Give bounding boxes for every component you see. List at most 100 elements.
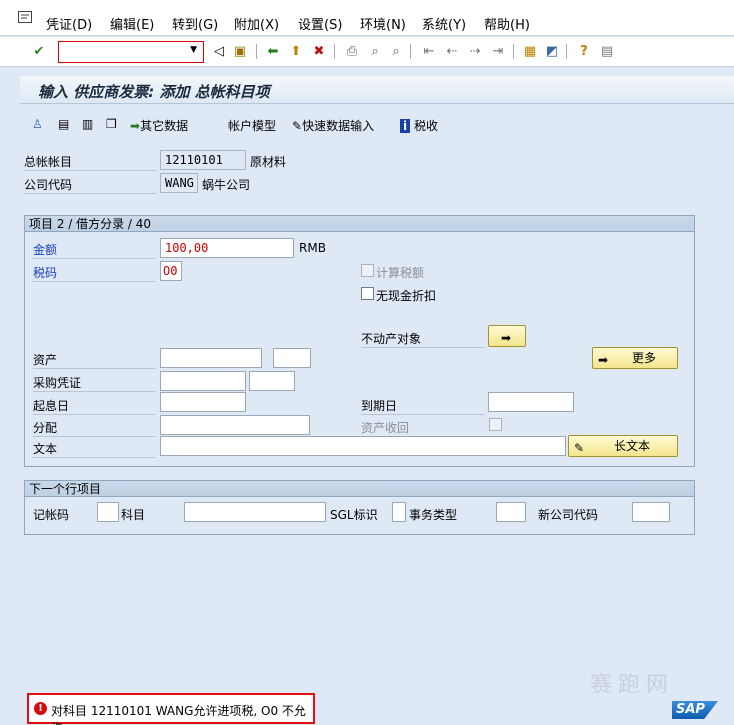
fast-entry-button[interactable]: ✎快速数据输入	[292, 117, 374, 134]
work-area: 总帐帐目 12110101 原材料 公司代码 WANG 蜗牛公司 项目 2 / …	[20, 140, 734, 692]
save-icon[interactable]: ▣	[231, 42, 249, 60]
exit-icon[interactable]: ⬆	[287, 42, 305, 60]
pencil-icon: ✎	[574, 441, 585, 455]
find-next-icon[interactable]: ⌕	[387, 42, 405, 60]
layout-icon[interactable]: ▤	[598, 42, 616, 60]
menu-edit[interactable]: 编辑(E)	[110, 14, 154, 33]
menu-bar: 凭证(D) 编辑(E) 转到(G) 附加(X) 设置(S) 环境(N) 系统(Y…	[0, 0, 734, 36]
no-cash-discount-checkbox[interactable]	[361, 287, 374, 300]
document-icon[interactable]: ▤	[58, 117, 69, 131]
transaction-type-field[interactable]	[496, 502, 526, 522]
last-page-icon[interactable]: ⇥	[489, 42, 507, 60]
text-label: 文本	[33, 440, 155, 458]
account-label: 科目	[121, 508, 146, 522]
cancel-icon[interactable]: ✖	[310, 42, 328, 60]
status-message-box[interactable]: ! 对科目 12110101 WANG允许进项税, O0 不允许	[27, 693, 315, 725]
enter-icon[interactable]: ✔	[30, 42, 48, 60]
page-title: 输入 供应商发票: 添加 总帐科目项	[38, 83, 270, 101]
other-data-label: 其它数据	[140, 119, 189, 133]
company-code-label: 公司代码	[24, 176, 156, 194]
asset-subnumber-field[interactable]	[273, 348, 311, 368]
tax-code-label: 税码	[33, 264, 155, 282]
text-field[interactable]	[160, 436, 566, 456]
posting-key-label: 记帐码	[33, 508, 70, 522]
menu-system[interactable]: 系统(Y)	[422, 14, 466, 33]
document-edit-icon[interactable]: ▥	[82, 117, 93, 131]
new-session-icon[interactable]: ▦	[521, 42, 539, 60]
back-icon[interactable]: ◁	[210, 42, 228, 60]
menu-settings[interactable]: 设置(S)	[298, 14, 342, 33]
long-text-button[interactable]: ✎ 长文本	[568, 435, 678, 457]
due-date-field[interactable]	[488, 392, 574, 412]
currency-label: RMB	[299, 241, 326, 255]
more-button-label: 更多	[631, 351, 656, 365]
new-company-code-field[interactable]	[632, 502, 670, 522]
more-button[interactable]: ➡ 更多	[592, 347, 678, 369]
no-cash-discount-label: 无现金折扣	[376, 289, 437, 303]
account-field[interactable]	[184, 502, 326, 522]
person-icon[interactable]: ♙	[32, 117, 43, 131]
fast-entry-label: 快速数据输入	[302, 119, 375, 133]
purchase-order-field[interactable]	[160, 371, 246, 391]
arrow-right-icon: ➡	[598, 353, 609, 367]
print-icon[interactable]: ⎙	[343, 42, 361, 60]
first-page-icon[interactable]: ⇤	[420, 42, 438, 60]
calculate-tax-label: 计算税额	[376, 266, 425, 280]
posting-key-field[interactable]	[97, 502, 119, 522]
assignment-label: 分配	[33, 419, 155, 437]
toolbar-separator	[334, 44, 335, 59]
value-date-label: 起息日	[33, 397, 155, 415]
assignment-field[interactable]	[160, 415, 310, 435]
find-icon[interactable]: ⌕	[366, 42, 384, 60]
asset-field[interactable]	[160, 348, 262, 368]
account-model-button[interactable]: 帐户模型	[228, 117, 276, 134]
sgl-indicator-field[interactable]	[392, 502, 406, 522]
next-page-icon[interactable]: ⇢	[466, 42, 484, 60]
sap-menu-icon[interactable]	[18, 11, 32, 23]
transaction-type-label: 事务类型	[409, 508, 458, 522]
toolbar-separator	[256, 44, 257, 59]
due-date-label: 到期日	[361, 397, 484, 415]
amount-field[interactable]: 100,00	[160, 238, 294, 258]
company-code-field: WANG	[160, 173, 198, 193]
real-estate-label: 不动产对象	[361, 330, 484, 348]
error-icon: !	[34, 702, 47, 715]
shortcut-icon[interactable]: ◩	[543, 42, 561, 60]
menu-extras[interactable]: 附加(X)	[234, 14, 279, 33]
asset-retirement-checkbox	[489, 418, 502, 431]
real-estate-button[interactable]: ➡	[488, 325, 526, 347]
tax-code-field[interactable]: O0	[160, 261, 182, 281]
arrow-right-icon: ➡	[130, 119, 141, 133]
toolbar-separator	[513, 44, 514, 59]
toolbar-separator	[410, 44, 411, 59]
amount-label: 金额	[33, 241, 155, 259]
command-field[interactable]: ▼	[58, 41, 204, 63]
value-date-field[interactable]	[160, 392, 246, 412]
nav-back-icon[interactable]: ⬅	[264, 42, 282, 60]
calculate-tax-checkbox	[361, 264, 374, 277]
new-company-code-label: 新公司代码	[538, 508, 599, 522]
asset-label: 资产	[33, 351, 155, 369]
prev-page-icon[interactable]: ⇠	[443, 42, 461, 60]
purchase-order-item-field[interactable]	[249, 371, 295, 391]
help-icon[interactable]: ?	[575, 42, 593, 60]
tax-button[interactable]: i 税收	[400, 117, 438, 134]
gl-account-field: 12110101	[160, 150, 246, 170]
sgl-indicator-label: SGL标识	[330, 508, 378, 522]
status-bar: ! 对科目 12110101 WANG允许进项税, O0 不允许 SAP	[0, 693, 734, 725]
sap-logo: SAP	[672, 701, 718, 719]
next-item-group-title: 下一个行项目	[25, 481, 694, 497]
gl-account-description: 原材料	[250, 155, 287, 169]
menu-goto[interactable]: 转到(G)	[172, 14, 218, 33]
menu-environment[interactable]: 环境(N)	[360, 14, 406, 33]
company-code-description: 蜗牛公司	[202, 178, 251, 192]
other-data-button[interactable]: ➡其它数据	[130, 117, 188, 134]
copy-icon[interactable]: ❐	[106, 117, 117, 131]
arrow-right-icon: ➡	[501, 331, 512, 345]
pencil-icon: ✎	[292, 119, 303, 133]
tax-label: 税收	[413, 119, 438, 133]
menu-voucher[interactable]: 凭证(D)	[46, 14, 92, 33]
menu-help[interactable]: 帮助(H)	[484, 14, 530, 33]
chevron-down-icon[interactable]: ▼	[190, 45, 197, 55]
long-text-label: 长文本	[613, 439, 650, 453]
